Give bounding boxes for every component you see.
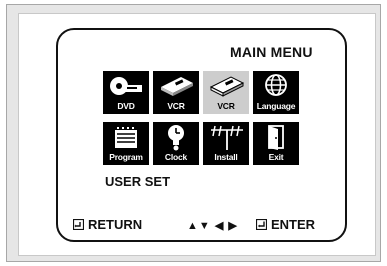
calendar-icon bbox=[115, 126, 137, 148]
menu-item-label: VCR bbox=[167, 101, 185, 111]
exit-door-icon bbox=[268, 125, 284, 150]
dvd-disc-icon bbox=[110, 77, 142, 95]
clock-icon bbox=[168, 125, 184, 151]
enter-button[interactable]: ENTER bbox=[255, 217, 316, 233]
return-button[interactable]: RETURN bbox=[72, 217, 143, 233]
return-label: RETURN bbox=[88, 217, 143, 232]
tv-screen bbox=[56, 28, 347, 242]
vcr-tape-icon bbox=[161, 77, 193, 96]
return-icon bbox=[72, 218, 85, 233]
antenna-icon bbox=[211, 125, 243, 150]
current-item-label: USER SET bbox=[105, 174, 171, 189]
menu-item-install[interactable]: Install bbox=[203, 122, 249, 165]
menu-item-label: Program bbox=[109, 152, 143, 162]
menu-item-program[interactable]: Program bbox=[103, 122, 149, 165]
menu-title: MAIN MENU bbox=[230, 44, 313, 60]
enter-icon bbox=[255, 218, 268, 233]
menu-item-label: VCR bbox=[217, 101, 235, 111]
globe-icon bbox=[265, 74, 287, 96]
vcr-tape-selected-icon bbox=[209, 76, 245, 97]
menu-item-clock[interactable]: Clock bbox=[153, 122, 199, 165]
menu-item-language[interactable]: Language bbox=[253, 71, 299, 114]
menu-item-label: Language bbox=[256, 101, 296, 111]
menu-item-label: Install bbox=[214, 152, 238, 162]
menu-item-dvd[interactable]: DVD bbox=[103, 71, 149, 114]
menu-item-label: Exit bbox=[268, 152, 284, 162]
menu-item-exit[interactable]: Exit bbox=[253, 122, 299, 165]
menu-item-label: Clock bbox=[164, 152, 188, 162]
menu-item-vcr-selected[interactable]: VCR bbox=[203, 71, 249, 114]
enter-label: ENTER bbox=[271, 217, 316, 232]
menu-item-vcr[interactable]: VCR bbox=[153, 71, 199, 114]
navigation-arrows: ▲▼ ◀ ▶ bbox=[187, 220, 238, 232]
menu-item-label: DVD bbox=[117, 101, 135, 111]
